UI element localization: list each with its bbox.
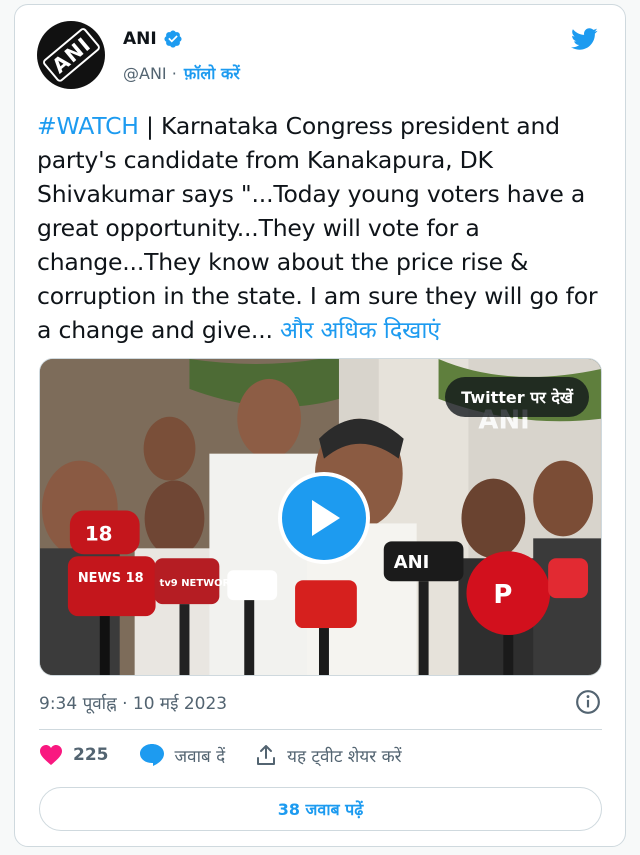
like-count: 225	[73, 745, 109, 765]
author-name[interactable]: ANI	[123, 29, 157, 49]
mic-label-18: 18	[85, 522, 113, 545]
read-replies-button[interactable]: 38 जवाब पढ़ें	[39, 787, 602, 831]
twitter-bird-icon[interactable]	[567, 25, 601, 53]
tweet-card: ANI ANI @ANI · फ़ॉलो करें #WATCH | Karna…	[14, 4, 626, 847]
mic-label-ani: ANI	[394, 552, 430, 573]
heart-icon	[40, 745, 62, 765]
author-handle[interactable]: @ANI	[123, 64, 167, 83]
follow-button[interactable]: फ़ॉलो करें	[184, 62, 240, 84]
tweet-actions: 225 जवाब दें यह ट्वीट शेयर करें	[39, 743, 432, 767]
reply-label: जवाब दें	[174, 746, 226, 767]
watch-on-twitter-button[interactable]: Twitter पर देखें	[445, 377, 589, 417]
info-icon[interactable]	[575, 689, 601, 715]
hashtag-link[interactable]: #WATCH	[37, 112, 139, 140]
share-icon	[257, 745, 276, 765]
avatar-logo-text: ANI	[41, 26, 101, 84]
reply-action[interactable]: जवाब दें	[139, 743, 226, 767]
divider	[39, 729, 602, 730]
share-label: यह ट्वीट शेयर करें	[287, 746, 402, 767]
author-handle-row: @ANI · फ़ॉलो करें	[123, 62, 240, 84]
play-icon	[312, 500, 340, 536]
mic-label-tv9: tv9 NETWORK	[160, 578, 240, 589]
reply-icon	[139, 744, 164, 766]
tweet-timestamp[interactable]: 9:34 पूर्वाह्न · 10 मई 2023	[39, 691, 227, 714]
show-more-link[interactable]: और अधिक दिखाएं	[280, 316, 440, 344]
play-button[interactable]	[278, 472, 370, 564]
mic-label-news18: NEWS 18	[78, 571, 144, 586]
tweet-text: #WATCH | Karnataka Congress president an…	[37, 109, 607, 347]
handle-separator: ·	[166, 63, 182, 83]
like-action[interactable]: 225	[39, 744, 109, 766]
mic-label-p: P	[493, 580, 512, 610]
verified-badge-icon	[164, 30, 182, 48]
tweet-body: | Karnataka Congress president and party…	[37, 112, 598, 344]
share-action[interactable]: यह ट्वीट शेयर करें	[255, 744, 402, 767]
author-avatar[interactable]: ANI	[37, 21, 105, 89]
video-player[interactable]: 18 NEWS 18 tv9 NETWORK ANI P ANI Twitter…	[39, 358, 602, 676]
author-name-row: ANI	[123, 29, 183, 49]
